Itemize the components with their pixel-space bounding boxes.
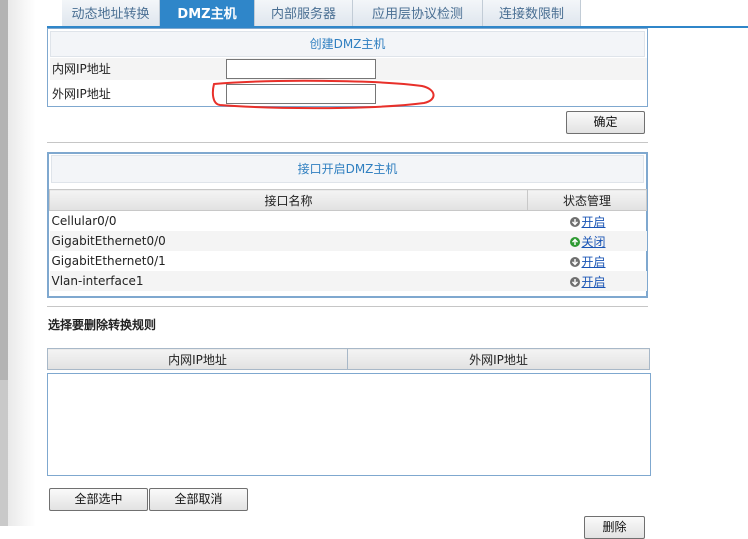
rules-header-table: 内网IP地址 外网IP地址: [47, 348, 650, 370]
tab-connection-limit[interactable]: 连接数限制: [483, 0, 581, 26]
disable-link[interactable]: 关闭: [581, 235, 605, 249]
enable-link[interactable]: 开启: [581, 215, 605, 229]
tab-internal-server[interactable]: 内部服务器: [255, 0, 353, 26]
green-up-arrow-icon: [570, 236, 581, 247]
interface-name: Cellular0/0: [51, 214, 117, 228]
inner-ip-input[interactable]: [226, 59, 376, 79]
left-scrollbar[interactable]: [0, 0, 8, 526]
inner-ip-row: 内网IP地址: [50, 58, 647, 80]
rules-list[interactable]: [47, 373, 651, 476]
delete-rules-heading: 选择要删除转换规则: [48, 318, 157, 332]
delete-button[interactable]: 删除: [584, 516, 645, 539]
table-row: GigabitEthernet0/1 开启: [50, 251, 647, 271]
interface-name-header: 接口名称: [49, 189, 528, 211]
status-header: 状态管理: [527, 189, 647, 211]
tab-dynamic-nat[interactable]: 动态地址转换: [62, 0, 160, 26]
separator-2: [47, 306, 648, 307]
create-dmz-title: 创建DMZ主机: [50, 31, 645, 57]
table-row: GigabitEthernet0/0 关闭: [49, 231, 647, 251]
enable-link[interactable]: 开启: [581, 275, 605, 289]
red-highlight-annotation: [211, 79, 435, 110]
gray-down-arrow-icon: [570, 216, 581, 227]
gray-down-arrow-icon: [570, 276, 581, 287]
table-row: Vlan-interface1 开启: [49, 271, 647, 291]
outer-ip-header: 外网IP地址: [347, 348, 650, 370]
tab-bar: 动态地址转换 DMZ主机 内部服务器 应用层协议检测 连接数限制: [47, 0, 748, 28]
interface-dmz-title: 接口开启DMZ主机: [51, 155, 644, 183]
outer-ip-label: 外网IP地址: [52, 87, 111, 101]
interface-name: GigabitEthernet0/0: [49, 231, 528, 251]
select-all-button[interactable]: 全部选中: [49, 488, 148, 511]
left-scrollbar-thumb[interactable]: [0, 0, 8, 380]
interface-dmz-panel: 接口开启DMZ主机 接口名称 状态管理 Cellular0/0 开启 Gigab…: [47, 152, 648, 298]
table-row: Cellular0/0 开启: [50, 211, 647, 232]
interface-table: 接口名称 状态管理 Cellular0/0 开启 GigabitEthernet…: [49, 189, 647, 291]
inner-ip-header: 内网IP地址: [47, 348, 348, 370]
tab-dmz-host[interactable]: DMZ主机: [160, 0, 255, 26]
deselect-all-button[interactable]: 全部取消: [149, 488, 248, 511]
interface-name: Vlan-interface1: [49, 271, 528, 291]
confirm-button[interactable]: 确定: [566, 111, 645, 134]
content-margin: [8, 0, 36, 526]
separator-1: [47, 142, 648, 143]
interface-name: GigabitEthernet0/1: [51, 254, 166, 268]
tab-alg-detection[interactable]: 应用层协议检测: [353, 0, 483, 26]
gray-down-arrow-icon: [570, 256, 581, 267]
enable-link[interactable]: 开启: [581, 255, 605, 269]
inner-ip-label: 内网IP地址: [52, 62, 111, 76]
